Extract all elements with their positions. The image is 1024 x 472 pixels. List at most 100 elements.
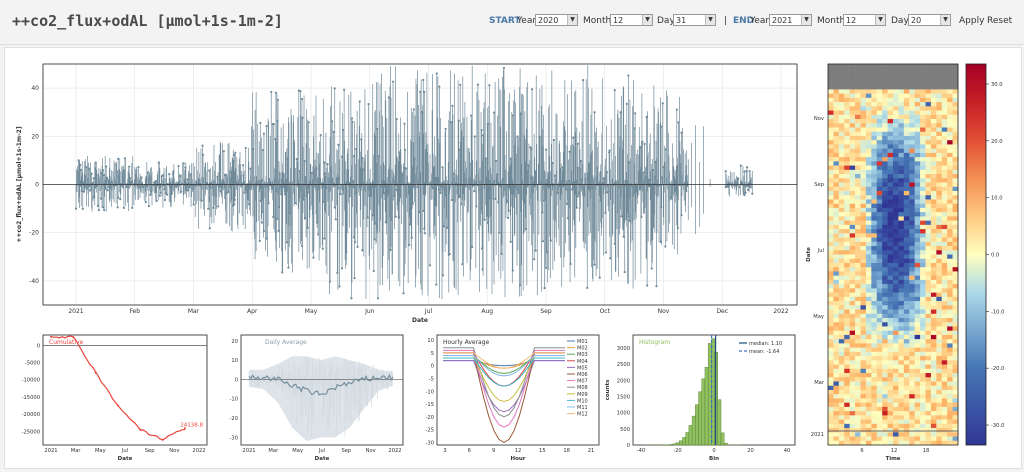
apply-button[interactable]: Apply xyxy=(959,16,984,26)
heatmap-cell xyxy=(898,153,904,158)
y-tick-label: 1000 xyxy=(617,411,630,417)
heatmap-cell xyxy=(909,386,915,391)
heatmap-cell xyxy=(861,335,867,340)
heatmap-cell xyxy=(839,225,845,230)
histogram-bar xyxy=(686,432,689,445)
heatmap-cell xyxy=(898,123,904,128)
heatmap-cell xyxy=(855,174,861,179)
heatmap-cell xyxy=(898,382,904,387)
heatmap-cell xyxy=(936,102,942,107)
heatmap-cell xyxy=(850,255,856,260)
heatmap-cell xyxy=(871,94,877,99)
start-month-select[interactable]: 12▼ xyxy=(610,14,653,26)
data-point xyxy=(498,231,500,233)
heatmap-cell xyxy=(855,255,861,260)
heatmap-cell xyxy=(904,102,910,107)
heatmap-cell xyxy=(942,119,948,124)
data-point xyxy=(180,191,182,193)
heatmap-cell xyxy=(953,297,959,302)
heatmap-cell xyxy=(920,386,926,391)
heatmap-cell xyxy=(920,343,926,348)
heatmap-cell xyxy=(947,318,953,323)
legend-entry: M06 xyxy=(577,372,588,378)
data-point xyxy=(503,67,505,69)
heatmap-cell xyxy=(947,288,953,293)
heatmap-cell xyxy=(877,339,883,344)
heatmap-cell xyxy=(877,174,883,179)
heatmap-cell xyxy=(833,377,839,382)
heatmap-cell xyxy=(931,208,937,213)
heatmap-cell xyxy=(904,208,910,213)
y-tick-label: -40 xyxy=(29,278,39,285)
end-day-select[interactable]: 20▼ xyxy=(908,14,951,26)
heatmap-cell xyxy=(855,314,861,319)
end-month-select[interactable]: 12▼ xyxy=(843,14,886,26)
heatmap-cell xyxy=(898,94,904,99)
heatmap-cell xyxy=(920,89,926,94)
heatmap-cell xyxy=(861,98,867,103)
end-year-select[interactable]: 2021▼ xyxy=(769,14,812,26)
chevron-down-icon: ▼ xyxy=(801,15,811,25)
heatmap-cell xyxy=(888,382,894,387)
data-point xyxy=(294,202,296,204)
start-year-select[interactable]: 2020▼ xyxy=(535,14,578,26)
heatmap-cell xyxy=(850,250,856,255)
heatmap-cell xyxy=(904,382,910,387)
heatmap-cell xyxy=(936,420,942,425)
heatmap-cell xyxy=(844,288,850,293)
data-point xyxy=(263,133,265,135)
chevron-down-icon: ▼ xyxy=(567,15,577,25)
heatmap-cell xyxy=(877,424,883,429)
heatmap-cell xyxy=(850,322,856,327)
histogram-bar xyxy=(705,367,708,445)
legend-entry: M02 xyxy=(577,346,588,352)
data-point xyxy=(287,267,289,269)
heatmap-cell xyxy=(888,140,894,145)
heatmap-cell xyxy=(844,94,850,99)
heatmap-cell xyxy=(844,356,850,361)
data-point xyxy=(268,202,270,204)
heatmap-cell xyxy=(942,229,948,234)
heatmap-cell xyxy=(877,246,883,251)
heatmap-cell xyxy=(877,322,883,327)
data-point xyxy=(439,192,441,194)
heatmap-cell xyxy=(942,348,948,353)
heatmap-cell xyxy=(909,170,915,175)
heatmap-cell xyxy=(882,119,888,124)
heatmap-cell xyxy=(833,343,839,348)
heatmap-cell xyxy=(828,238,834,243)
heatmap-cell xyxy=(898,263,904,268)
heatmap-cell xyxy=(915,356,921,361)
hourly-line-m01 xyxy=(443,361,565,366)
heatmap-cell xyxy=(931,81,937,86)
heatmap-cell xyxy=(882,326,888,331)
heatmap-cell xyxy=(839,136,845,141)
heatmap-cell xyxy=(844,157,850,162)
heatmap-cell xyxy=(942,89,948,94)
heatmap-cell xyxy=(942,310,948,315)
heatmap-cell xyxy=(828,98,834,103)
heatmap-cell xyxy=(947,267,953,272)
reset-button[interactable]: Reset xyxy=(987,16,1012,26)
heatmap-cell xyxy=(871,191,877,196)
heatmap-cell xyxy=(926,242,932,247)
heatmap-cell xyxy=(844,331,850,336)
data-point xyxy=(422,79,424,81)
heatmap-cell xyxy=(953,293,959,298)
heatmap-cell xyxy=(898,106,904,111)
heatmap-cell xyxy=(833,153,839,158)
heatmap-cell xyxy=(898,407,904,412)
start-day-select[interactable]: 31▼ xyxy=(673,14,716,26)
heatmap-cell xyxy=(850,352,856,357)
heatmap-cell xyxy=(953,360,959,365)
heatmap-cell xyxy=(882,318,888,323)
heatmap-cell xyxy=(926,259,932,264)
heatmap-cell xyxy=(877,157,883,162)
heatmap-cell xyxy=(861,394,867,399)
data-point xyxy=(261,221,263,223)
heatmap-cell xyxy=(861,246,867,251)
heatmap-cell xyxy=(833,123,839,128)
heatmap-cell xyxy=(828,77,834,82)
heatmap-cell xyxy=(893,128,899,133)
heatmap-cell xyxy=(947,132,953,137)
